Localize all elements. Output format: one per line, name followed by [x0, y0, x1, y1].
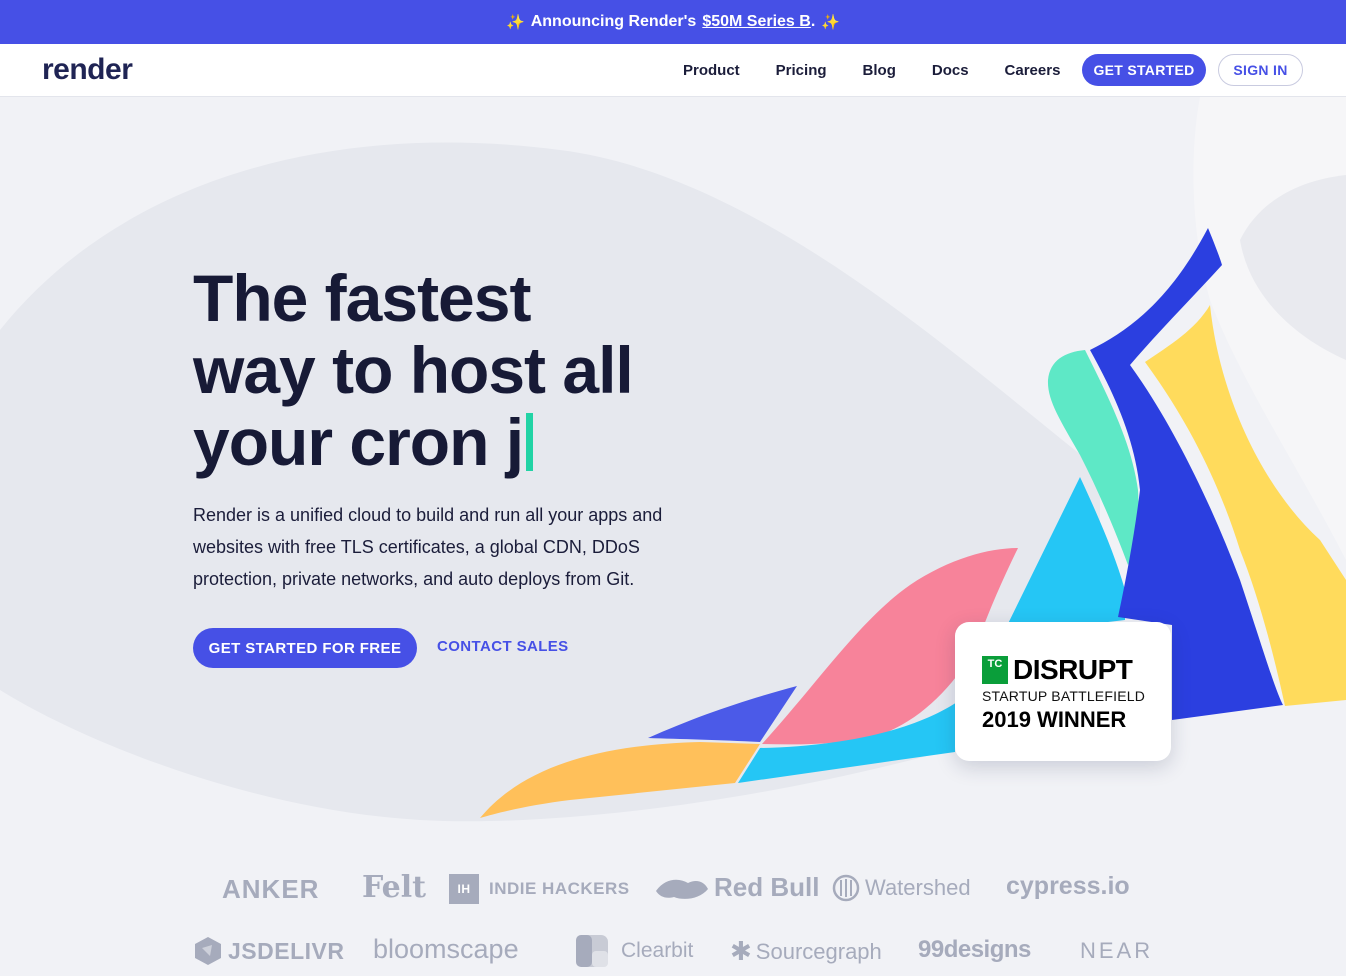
nav-link-careers[interactable]: Careers	[1005, 62, 1061, 79]
sparkle-icon: ✨	[506, 14, 525, 31]
nav-link-blog[interactable]: Blog	[863, 62, 896, 79]
sign-in-button[interactable]: SIGN IN	[1218, 54, 1303, 86]
clearbit-icon	[576, 935, 608, 967]
watershed-icon	[832, 874, 860, 902]
indie-hackers-label: INDIE HACKERS	[489, 879, 630, 898]
jsdelivr-label: JSDELIVR	[228, 937, 345, 964]
99designs-logo: 99designs	[918, 936, 1031, 963]
typing-cursor	[526, 413, 534, 471]
watershed-label: Watershed	[865, 875, 971, 900]
announcement-link[interactable]: $50M Series B	[702, 13, 811, 31]
near-logo: NEAR	[1080, 938, 1154, 963]
bloomscape-logo: bloomscape	[373, 934, 519, 964]
nav-links: Product Pricing Blog Docs Careers	[665, 44, 1078, 97]
top-nav: render Product Pricing Blog Docs Careers…	[0, 44, 1346, 97]
sourcegraph-label: Sourcegraph	[755, 938, 882, 964]
sparkle-icon: ✨	[821, 14, 840, 31]
watershed-logo: Watershed	[832, 874, 971, 902]
headline-line-3-text: your cron j	[193, 405, 524, 479]
red-bull-label: Red Bull	[714, 872, 820, 902]
headline-line-2: way to host all	[193, 333, 634, 407]
startup-battlefield-text: STARTUP BATTLEFIELD	[982, 688, 1146, 704]
hero-headline: The fastest way to host all your cron j	[193, 262, 753, 478]
headline-line-1: The fastest	[193, 261, 531, 335]
techcrunch-icon: TC	[982, 656, 1008, 684]
nav-link-pricing[interactable]: Pricing	[776, 62, 827, 79]
contact-sales-link[interactable]: CONTACT SALES	[437, 638, 569, 655]
winner-text: 2019 WINNER	[982, 707, 1127, 732]
jsdelivr-logo: JSDELIVR	[194, 936, 344, 966]
disrupt-logo: TC DISRUPT	[982, 654, 1133, 686]
indie-hackers-logo: IH INDIE HACKERS	[449, 874, 630, 904]
announcement-suffix: .	[810, 13, 816, 30]
disrupt-title: DISRUPT	[1013, 654, 1133, 685]
hero-subtitle: Render is a unified cloud to build and r…	[193, 505, 663, 589]
bull-icon	[656, 879, 708, 899]
jsdelivr-icon	[195, 937, 221, 965]
disrupt-badge: TC DISRUPT STARTUP BATTLEFIELD 2019 WINN…	[955, 622, 1171, 761]
render-logo[interactable]: render	[42, 53, 133, 87]
announcement-text: Announcing Render's	[530, 13, 697, 30]
get-started-free-button[interactable]: GET STARTED FOR FREE	[193, 628, 417, 668]
anker-logo: ANKER	[222, 874, 320, 904]
red-bull-logo: Red Bull	[654, 872, 819, 903]
clearbit-logo: Clearbit	[575, 934, 693, 968]
get-started-button[interactable]: GET STARTED	[1082, 54, 1206, 86]
clearbit-label: Clearbit	[621, 939, 694, 962]
nav-link-docs[interactable]: Docs	[932, 62, 969, 79]
nav-link-product[interactable]: Product	[683, 62, 740, 79]
indie-hackers-icon: IH	[449, 874, 479, 904]
announcement-bar: ✨ Announcing Render's $50M Series B. ✨	[0, 0, 1346, 44]
cypress-logo: cypress.io	[1006, 872, 1130, 900]
sourcegraph-icon: ✱	[730, 936, 752, 966]
sourcegraph-logo: ✱ Sourcegraph	[730, 936, 882, 967]
headline-line-3: your cron j	[193, 406, 753, 478]
felt-logo: Felt	[362, 870, 426, 905]
